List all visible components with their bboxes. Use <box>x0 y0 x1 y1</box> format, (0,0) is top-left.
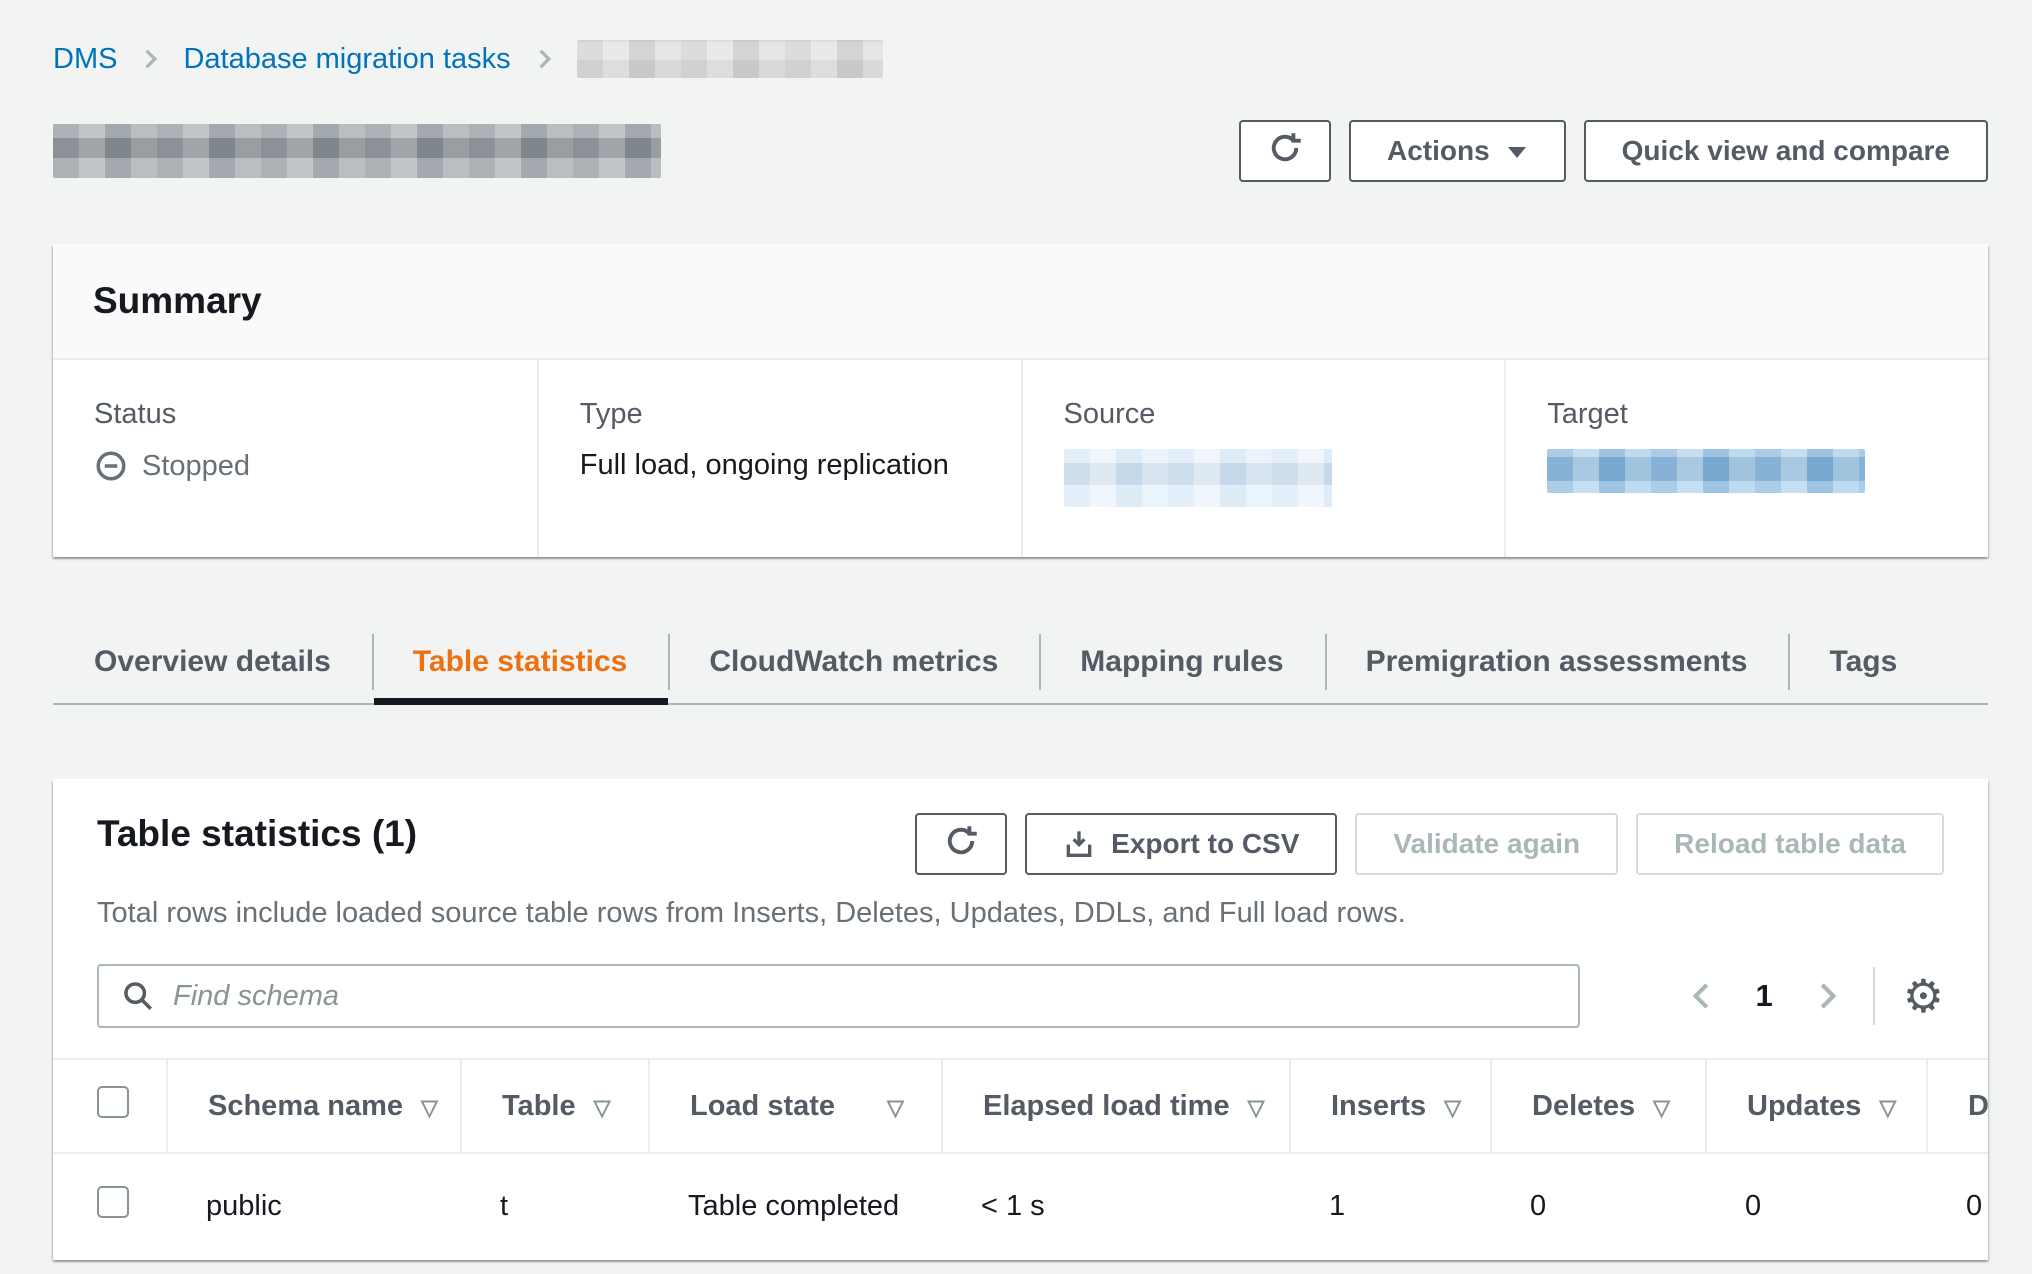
table-statistics-description: Total rows include loaded source table r… <box>53 897 1988 930</box>
tab-table-statistics[interactable]: Table statistics <box>372 621 669 703</box>
chevron-right-icon <box>533 48 555 70</box>
tab-tags[interactable]: Tags <box>1788 621 1938 703</box>
refresh-button[interactable] <box>1239 120 1331 182</box>
column-header-elapsed-load-time[interactable]: Elapsed load time▽ <box>941 1058 1289 1154</box>
target-label: Target <box>1547 398 1968 431</box>
breadcrumb-link-dms[interactable]: DMS <box>53 43 117 76</box>
cell-ddls: 0 <box>1926 1154 1988 1260</box>
select-all-checkbox[interactable] <box>97 1086 129 1118</box>
sort-icon: ▽ <box>1248 1095 1265 1120</box>
table-statistics-header: Table statistics (1) Export to CSV Valid… <box>53 813 1988 875</box>
actions-button[interactable]: Actions <box>1349 120 1566 182</box>
column-header-inserts[interactable]: Inserts▽ <box>1289 1058 1490 1154</box>
export-to-csv-label: Export to CSV <box>1111 828 1299 860</box>
column-header-updates[interactable]: Updates▽ <box>1705 1058 1926 1154</box>
redacted-target-link[interactable] <box>1547 449 1865 493</box>
stopped-icon <box>94 449 128 483</box>
cell-load-state: Table completed <box>648 1154 941 1260</box>
header-actions: Actions Quick view and compare <box>1239 120 1988 182</box>
table-row: public t Table completed < 1 s 1 0 0 0 <box>53 1154 1988 1260</box>
page-number[interactable]: 1 <box>1756 978 1773 1014</box>
tab-cloudwatch-metrics[interactable]: CloudWatch metrics <box>668 621 1039 703</box>
source-value <box>1064 449 1485 507</box>
page-header: Actions Quick view and compare <box>53 120 1988 182</box>
row-select-cell <box>53 1154 166 1260</box>
status-label: Status <box>94 398 517 431</box>
redacted-source-link[interactable] <box>1064 449 1332 507</box>
status-text: Stopped <box>142 450 250 483</box>
sort-icon: ▽ <box>594 1095 611 1120</box>
column-header-deletes[interactable]: Deletes▽ <box>1490 1058 1705 1154</box>
tab-overview-details[interactable]: Overview details <box>53 621 372 703</box>
summary-col-status: Status Stopped <box>53 360 537 557</box>
sort-icon: ▽ <box>1653 1095 1670 1120</box>
find-schema-input[interactable] <box>173 966 1556 1026</box>
summary-col-source: Source <box>1021 360 1505 557</box>
chevron-right-icon <box>139 48 161 70</box>
column-header-ddls[interactable]: DDLs <box>1926 1058 1988 1154</box>
sort-icon: ▽ <box>1444 1095 1461 1120</box>
tab-premigration-assessments[interactable]: Premigration assessments <box>1325 621 1789 703</box>
summary-col-target: Target <box>1504 360 1988 557</box>
reload-table-data-button[interactable]: Reload table data <box>1636 813 1944 875</box>
tab-mapping-rules[interactable]: Mapping rules <box>1039 621 1324 703</box>
validate-again-button[interactable]: Validate again <box>1355 813 1618 875</box>
summary-card: Summary Status Stopped Type Full load, o… <box>53 244 1988 557</box>
sort-icon: ▽ <box>421 1095 438 1120</box>
task-tabs: Overview details Table statistics CloudW… <box>53 621 1988 705</box>
cell-schema-name: public <box>166 1154 460 1260</box>
quick-view-compare-label: Quick view and compare <box>1622 135 1950 167</box>
actions-button-label: Actions <box>1387 135 1490 167</box>
type-value: Full load, ongoing replication <box>580 449 1001 482</box>
pagination-divider <box>1873 967 1875 1025</box>
settings-gear-icon[interactable]: ⚙ <box>1903 973 1944 1019</box>
table-statistics-card: Table statistics (1) Export to CSV Valid… <box>53 779 1988 1260</box>
select-all-header <box>53 1058 166 1154</box>
sort-icon: ▽ <box>887 1095 904 1120</box>
search-icon <box>121 979 155 1013</box>
summary-grid: Status Stopped Type Full load, ongoing r… <box>53 360 1988 557</box>
caret-down-icon <box>1506 135 1528 167</box>
redacted-task-name-crumb <box>577 40 883 78</box>
cell-inserts: 1 <box>1289 1154 1490 1260</box>
column-header-load-state[interactable]: Load state▽ <box>648 1058 941 1154</box>
row-checkbox[interactable] <box>97 1186 129 1218</box>
export-to-csv-button[interactable]: Export to CSV <box>1025 813 1337 875</box>
table-statistics-title: Table statistics (1) <box>97 813 417 855</box>
type-label: Type <box>580 398 1001 431</box>
redacted-page-title <box>53 124 661 178</box>
cell-deletes: 0 <box>1490 1154 1705 1260</box>
previous-page-icon[interactable] <box>1688 980 1716 1012</box>
table-refresh-button[interactable] <box>915 813 1007 875</box>
cell-table: t <box>460 1154 648 1260</box>
status-value: Stopped <box>94 449 517 483</box>
schema-search-box <box>97 964 1580 1028</box>
download-icon <box>1063 828 1095 860</box>
dms-task-page: DMS Database migration tasks Actions <box>0 0 2032 1260</box>
validate-again-label: Validate again <box>1393 828 1580 860</box>
summary-title: Summary <box>93 280 1948 322</box>
sort-icon: ▽ <box>1879 1095 1896 1120</box>
column-header-schema-name[interactable]: Schema name▽ <box>166 1058 460 1154</box>
refresh-icon <box>1267 130 1303 173</box>
summary-col-type: Type Full load, ongoing replication <box>537 360 1021 557</box>
table-statistics-table: Schema name▽ Table▽ Load state▽ Elapsed … <box>53 1058 1988 1260</box>
breadcrumb: DMS Database migration tasks <box>53 40 1988 78</box>
cell-updates: 0 <box>1705 1154 1926 1260</box>
cell-elapsed-load-time: < 1 s <box>941 1154 1289 1260</box>
breadcrumb-link-tasks[interactable]: Database migration tasks <box>183 43 510 76</box>
source-label: Source <box>1064 398 1485 431</box>
target-value <box>1547 449 1968 493</box>
table-filter-row: 1 ⚙ <box>53 964 1988 1028</box>
column-header-table[interactable]: Table▽ <box>460 1058 648 1154</box>
reload-table-data-label: Reload table data <box>1674 828 1906 860</box>
table-header-row: Schema name▽ Table▽ Load state▽ Elapsed … <box>53 1058 1988 1154</box>
refresh-icon <box>943 823 979 866</box>
table-statistics-actions: Export to CSV Validate again Reload tabl… <box>915 813 1944 875</box>
quick-view-compare-button[interactable]: Quick view and compare <box>1584 120 1988 182</box>
pagination: 1 <box>1688 978 1841 1014</box>
summary-card-header: Summary <box>53 244 1988 360</box>
next-page-icon[interactable] <box>1813 980 1841 1012</box>
